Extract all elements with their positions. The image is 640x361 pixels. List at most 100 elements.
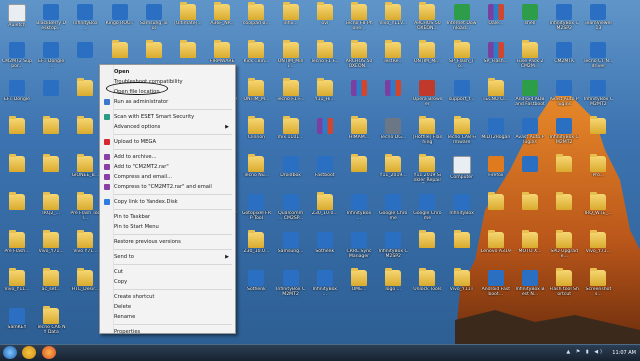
- desktop-icon[interactable]: [549, 154, 579, 194]
- desktop-icon[interactable]: [36, 116, 66, 156]
- desktop-icon[interactable]: Pre Flash Tool...: [70, 192, 100, 232]
- desktop-icon[interactable]: ac_set...: [36, 268, 66, 308]
- menu-item-create-shortcut[interactable]: Create shortcut: [102, 292, 232, 302]
- menu-item-send-to[interactable]: Send to ▶: [102, 252, 232, 262]
- desktop-icon[interactable]: ONTIM_M...: [241, 78, 271, 118]
- menu-item-cut[interactable]: Cut: [102, 267, 232, 277]
- desktop-icon[interactable]: EFT Dongle ...: [36, 40, 66, 80]
- menu-item-add-to-archive[interactable]: Add to archive...: [102, 152, 232, 162]
- desktop-icon[interactable]: Droidbox: [276, 154, 306, 194]
- desktop-icon[interactable]: TeamViewer 13: [583, 2, 613, 42]
- desktop-icon[interactable]: Kick...Bin...: [241, 40, 271, 80]
- desktop-icon[interactable]: Tecno F8 Phone...: [344, 2, 374, 42]
- desktop-icon[interactable]: Android Fastboot...: [481, 268, 511, 308]
- desktop-icon[interactable]: Google Chrome: [378, 192, 408, 232]
- desktop-icon[interactable]: CRRC Sync Manager: [344, 230, 374, 270]
- desktop-icon[interactable]: Opera Browser: [412, 78, 442, 118]
- desktop-icon[interactable]: Kingo ROOT: [105, 2, 135, 42]
- desktop-icon[interactable]: [344, 154, 374, 194]
- desktop-icon[interactable]: [36, 78, 66, 118]
- desktop-icon[interactable]: Pre Flash...: [2, 230, 32, 270]
- desktop-icon[interactable]: HIMAM...: [344, 116, 374, 156]
- desktop-icon[interactable]: Vivo_Y11...: [2, 268, 32, 308]
- desktop-icon[interactable]: [2, 116, 32, 156]
- desktop-icon[interactable]: InfinityBox CM2SP2: [549, 2, 579, 42]
- desktop-icon[interactable]: [344, 78, 374, 118]
- desktop-icon[interactable]: [481, 192, 511, 232]
- desktop-icon[interactable]: MOTO X...: [515, 230, 545, 270]
- desktop-icon[interactable]: Unlock Tools: [412, 268, 442, 308]
- desktop-icon[interactable]: IRQ2_...: [36, 192, 66, 232]
- desktop-icon[interactable]: ovi: [310, 2, 340, 42]
- desktop-icon[interactable]: Tecno Nu...: [241, 154, 271, 194]
- desktop-icon[interactable]: Fastboot: [310, 154, 340, 194]
- desktop-icon[interactable]: InfinityBox ...: [310, 268, 340, 308]
- desktop-icon[interactable]: [2, 192, 32, 232]
- desktop-icon[interactable]: Pro...: [583, 154, 613, 194]
- desktop-icon[interactable]: Vivo Y71...: [70, 230, 100, 270]
- desktop-icon[interactable]: Avast Auto Plugins: [515, 116, 545, 156]
- desktop-icon[interactable]: Fuse Pack 2 CM2M...: [515, 40, 545, 80]
- desktop-icon[interactable]: InfinityBox Best N...: [515, 268, 545, 308]
- menu-item-copy[interactable]: Copy: [102, 277, 232, 287]
- desktop-icon[interactable]: A36F_NP...: [207, 2, 237, 42]
- desktop-icon[interactable]: Vivo_Y71...: [36, 230, 66, 270]
- desktop-icon[interactable]: SamKEY: [2, 306, 32, 346]
- desktop-icon[interactable]: ONTIM_Mini...: [276, 40, 306, 80]
- desktop-icon[interactable]: InfinityBox CM2SP2: [378, 230, 408, 270]
- desktop-icon[interactable]: Internet Download...: [447, 2, 477, 42]
- desktop-icon[interactable]: [Ultimate]...: [173, 2, 203, 42]
- clock[interactable]: 11:07 AM: [612, 350, 636, 356]
- desktop-icon[interactable]: InfinityBox ...: [70, 2, 100, 42]
- firefox-taskbar-button[interactable]: [42, 346, 56, 359]
- desktop-icon[interactable]: shell: [515, 2, 545, 42]
- desktop-icon[interactable]: [2, 154, 32, 194]
- desktop-icon[interactable]: Tecno CT N... driver: [583, 40, 613, 80]
- menu-item-upload-to-mega[interactable]: Upload to MEGA: [102, 137, 232, 147]
- desktop-icon[interactable]: IRQ_WTE_...: [583, 192, 613, 232]
- desktop-icon[interactable]: TestRe...: [378, 40, 408, 80]
- desktop-icon[interactable]: MiDT2Rogan: [481, 116, 511, 156]
- desktop-icon[interactable]: Sothenk: [310, 230, 340, 270]
- menu-item-pin-to-taskbar[interactable]: Pin to Taskbar: [102, 212, 232, 222]
- desktop-icon[interactable]: logo ...: [378, 268, 408, 308]
- menu-item-pin-to-start-menu[interactable]: Pin to Start Menu: [102, 222, 232, 232]
- desktop-icon[interactable]: [70, 116, 100, 156]
- desktop-icon[interactable]: InfinityBox CM2MT2: [549, 116, 579, 156]
- desktop-icon[interactable]: Z30_10.0...: [241, 230, 271, 270]
- desktop-icon[interactable]: Tecno F1 F...: [276, 78, 306, 118]
- desktop-icon[interactable]: GIONEE_B...: [70, 154, 100, 194]
- desktop-icon[interactable]: Google Chrome: [412, 192, 442, 232]
- menu-item-open[interactable]: Open: [102, 67, 232, 77]
- desktop-icon[interactable]: [310, 116, 340, 156]
- desktop-icon[interactable]: Samsung Tool: [139, 2, 169, 42]
- desktop-icon[interactable]: Android ADB and Fastboot: [515, 78, 545, 118]
- desktop-icon[interactable]: [70, 40, 100, 80]
- desktop-icon[interactable]: mix 1101...: [276, 116, 306, 156]
- menu-item-copy-link-to-yandex-disk[interactable]: Copy link to Yandex.Disk: [102, 197, 232, 207]
- menu-item-delete[interactable]: Delete: [102, 302, 232, 312]
- explorer-taskbar-button[interactable]: [22, 346, 36, 359]
- desktop-icon[interactable]: [70, 78, 100, 118]
- desktop-icon[interactable]: Samsung...: [276, 230, 306, 270]
- desktop-icon[interactable]: Y11_2019...: [378, 154, 408, 194]
- desktop-icon[interactable]: InfinityBox CM2MT2: [583, 78, 613, 118]
- desktop-icon[interactable]: [515, 192, 545, 232]
- desktop-icon[interactable]: infix...: [276, 2, 306, 42]
- menu-item-compress-and-email[interactable]: Compress and email...: [102, 172, 232, 182]
- desktop-icon[interactable]: Computer: [447, 154, 477, 194]
- desktop-icon[interactable]: Auletch: [2, 2, 32, 42]
- desktop-icon[interactable]: [378, 78, 408, 118]
- desktop-icon[interactable]: Oale...: [481, 2, 511, 42]
- desktop-icon[interactable]: Flash tool Shortcut: [549, 268, 579, 308]
- desktop-icon[interactable]: [549, 192, 579, 232]
- desktop-icon[interactable]: Screenshots...: [583, 268, 613, 308]
- menu-item-run-as-administrator[interactable]: Run as administrator: [102, 97, 232, 107]
- desktop-icon[interactable]: [583, 116, 613, 156]
- desktop-icon[interactable]: Vivo_Y71...: [583, 230, 613, 270]
- desktop-icon[interactable]: Clinnon: [241, 116, 271, 156]
- desktop-icon[interactable]: SPD Upgrade...: [549, 230, 579, 270]
- tray-icons[interactable]: ▲ ⚑ ▮ ◀): [566, 349, 604, 355]
- desktop-icon[interactable]: EFT Dongle: [2, 78, 32, 118]
- desktop-icon[interactable]: HTC_Desir...: [70, 268, 100, 308]
